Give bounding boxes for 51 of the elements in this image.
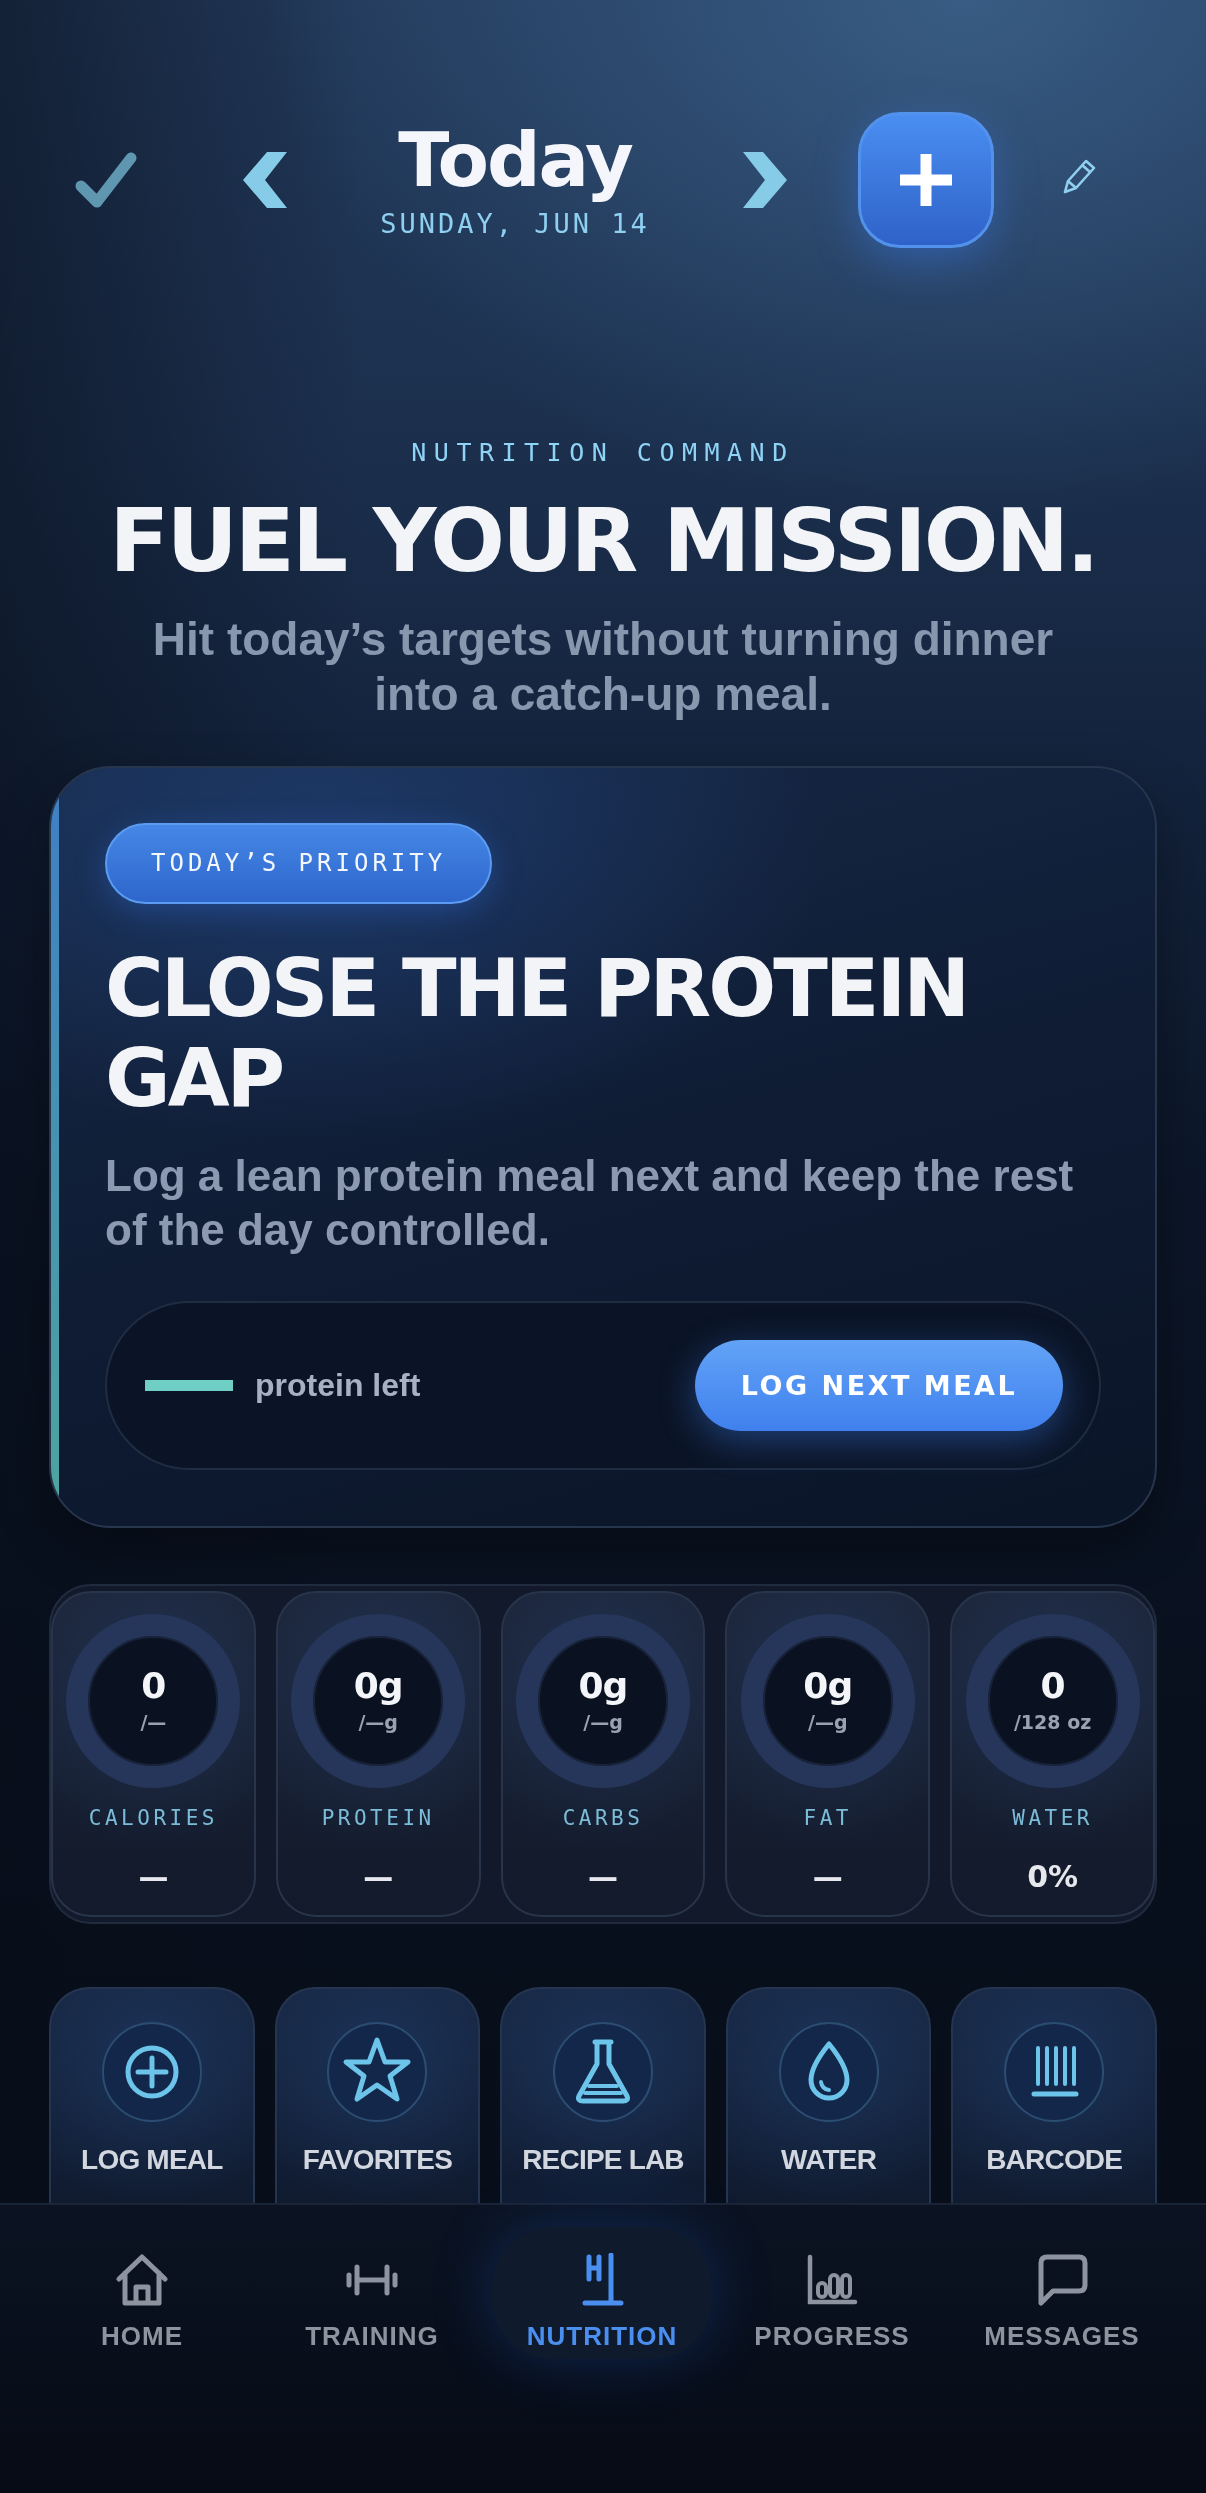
page-subtitle: Hit today’s targets without turning dinner into a catch-up meal. [151,612,1055,722]
add-button[interactable] [858,112,994,248]
chevron-left-icon[interactable] [243,152,287,208]
barcode-icon [1004,2022,1105,2122]
macro-label: FAT [803,1805,852,1831]
home-icon [115,2253,169,2307]
plus-icon [898,152,954,208]
date-subtitle: SUNDAY, JUN 14 [380,210,650,237]
water-drop-icon [778,2022,879,2122]
macro-value: 0 [141,1666,166,1706]
macro-target: /—g [808,1710,848,1734]
macro-value: 0g [803,1666,853,1706]
nav-tab[interactable]: MESSAGES [952,2227,1172,2359]
nav-tab[interactable]: TRAINING [262,2227,482,2359]
plus-circle-icon [101,2022,202,2122]
macro-status: — [138,1859,169,1895]
macro-value: 0 [1040,1666,1065,1706]
nav-tab[interactable]: PROGRESS [722,2227,942,2359]
log-next-meal-button[interactable]: LOG NEXT MEAL [695,1340,1063,1431]
macro-label: CALORIES [88,1805,218,1831]
quick-action-tile[interactable]: FAVORITES [274,1987,481,2203]
macro-target: /—g [358,1710,398,1734]
macro-label: WATER [1012,1805,1093,1831]
macro-status: — [363,1859,394,1895]
nav-tab[interactable]: HOME [32,2227,252,2359]
quick-action-tile[interactable]: RECIPE LAB [500,1987,706,2203]
macro-target: /128 oz [1013,1710,1092,1734]
quick-action-tile[interactable]: BARCODE [951,1987,1157,2203]
macro-target: /—g [583,1710,623,1734]
priority-description: Log a lean protein meal next and keep the rest of the day controlled. [105,1150,1075,1256]
quick-action-tile[interactable]: LOG MEAL [49,1987,255,2203]
macro-label: CARBS [562,1805,644,1831]
quick-action-tile[interactable]: WATER [725,1987,932,2203]
dash-icon [145,1380,233,1391]
macro-status: — [812,1859,843,1895]
bar-chart-icon [805,2253,859,2307]
page-headline: FUEL YOUR MISSION. [108,494,1098,588]
chevron-right-icon[interactable] [743,152,787,208]
nav-tab[interactable]: NUTRITION [492,2227,712,2359]
macro-status: 0% [1027,1859,1079,1895]
check-icon[interactable] [75,152,137,208]
macro-value: 0g [353,1666,403,1706]
macro-status: — [588,1859,618,1895]
flask-icon [553,2022,653,2122]
protein-left-label: protein left [255,1367,421,1404]
macro-target: /— [140,1710,167,1734]
priority-badge: TODAY’S PRIORITY [105,823,493,904]
priority-title: CLOSE THE PROTEIN GAP [105,944,969,1124]
macro-value: 0g [578,1666,628,1706]
section-eyebrow: NUTRITION COMMAND [410,438,796,468]
macro-label: PROTEIN [321,1805,435,1831]
